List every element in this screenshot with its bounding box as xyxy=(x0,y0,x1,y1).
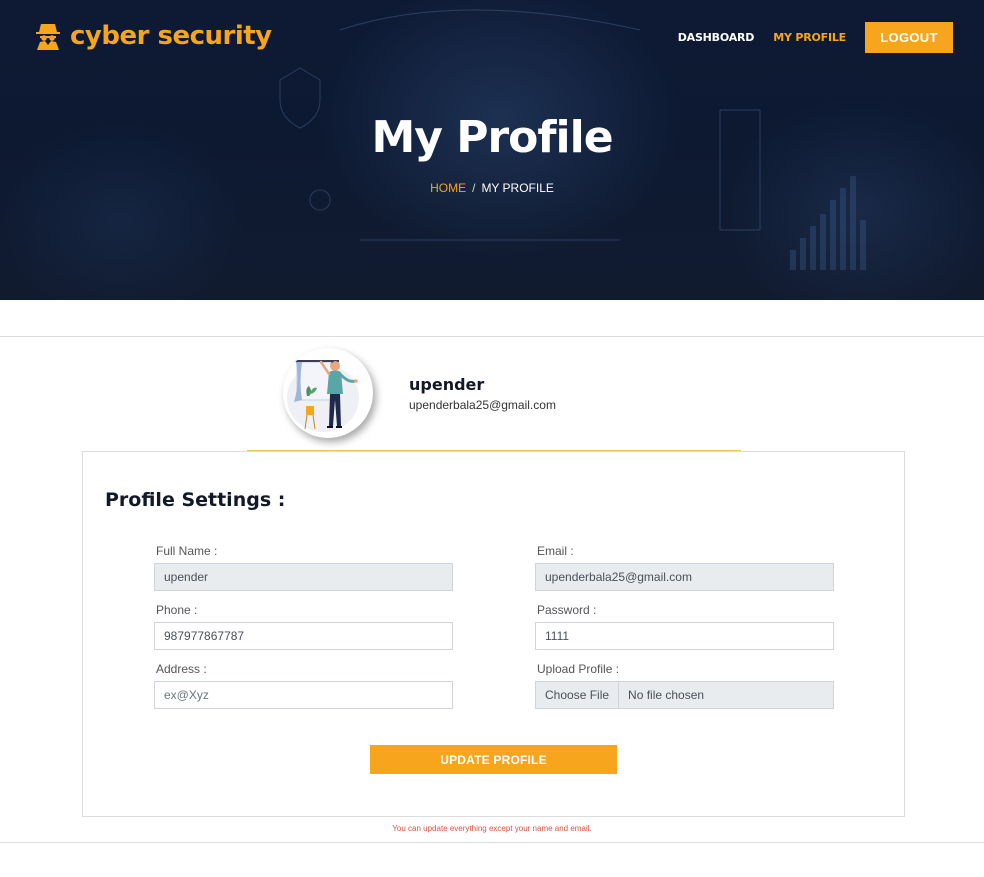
phone-label: Phone : xyxy=(156,603,198,617)
top-nav: DASHBOARD MY PROFILE LOGOUT xyxy=(678,22,953,53)
address-field[interactable] xyxy=(154,681,453,709)
file-status-text: No file chosen xyxy=(628,688,705,702)
full-name-label: Full Name : xyxy=(156,544,218,558)
update-note: You can update everything except your na… xyxy=(392,824,592,833)
update-profile-button[interactable]: UPDATE PROFILE xyxy=(370,745,617,774)
brand-logo[interactable]: cyber security xyxy=(34,18,272,54)
profile-settings-card: Profile Settings : Full Name : Email : P… xyxy=(82,451,905,817)
breadcrumb-home-link[interactable]: HOME xyxy=(430,181,466,195)
spy-agent-icon xyxy=(34,21,62,51)
phone-field[interactable] xyxy=(154,622,453,650)
profile-avatar xyxy=(283,348,373,438)
logout-button[interactable]: LOGOUT xyxy=(865,22,953,53)
address-label: Address : xyxy=(156,662,207,676)
upload-profile-field[interactable]: Choose File No file chosen xyxy=(535,681,834,709)
breadcrumb-current: MY PROFILE xyxy=(481,181,554,195)
section-divider-top xyxy=(0,336,984,337)
password-label: Password : xyxy=(537,603,597,617)
nav-dashboard-link[interactable]: DASHBOARD xyxy=(678,31,755,44)
section-divider-bottom xyxy=(0,842,984,843)
nav-my-profile-link[interactable]: MY PROFILE xyxy=(773,31,846,44)
page-title: My Profile xyxy=(371,112,613,163)
breadcrumb: HOME / MY PROFILE xyxy=(0,181,984,195)
choose-file-button[interactable]: Choose File xyxy=(536,682,620,708)
breadcrumb-separator: / xyxy=(472,181,476,195)
settings-title: Profile Settings : xyxy=(105,489,286,511)
person-at-window-illustration-icon xyxy=(284,349,372,437)
email-label: Email : xyxy=(537,544,574,558)
full-name-field[interactable] xyxy=(154,563,453,591)
profile-user-name: upender xyxy=(409,375,485,394)
brand-name: cyber security xyxy=(70,21,272,51)
hero-banner: cyber security DASHBOARD MY PROFILE LOGO… xyxy=(0,0,984,300)
password-field[interactable] xyxy=(535,622,834,650)
email-field[interactable] xyxy=(535,563,834,591)
upload-profile-label: Upload Profile : xyxy=(537,662,620,676)
profile-user-email: upenderbala25@gmail.com xyxy=(409,398,556,412)
